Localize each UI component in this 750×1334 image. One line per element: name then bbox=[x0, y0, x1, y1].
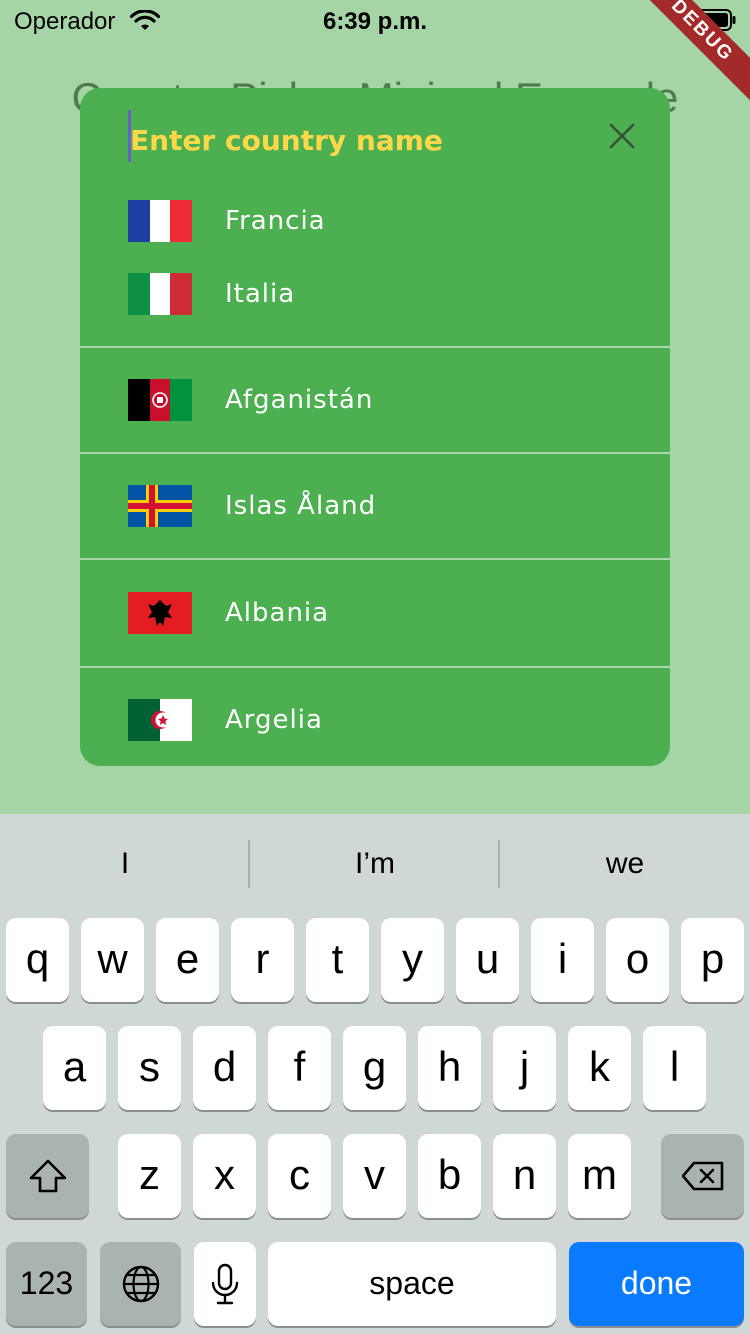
key-l[interactable]: l bbox=[643, 1026, 706, 1110]
suggestion-bar: I I’m we bbox=[0, 814, 750, 912]
key-k[interactable]: k bbox=[568, 1026, 631, 1110]
country-item-afghanistan[interactable]: Afganistán bbox=[80, 348, 670, 452]
key-g[interactable]: g bbox=[343, 1026, 406, 1110]
globe-key[interactable] bbox=[100, 1242, 181, 1326]
key-v[interactable]: v bbox=[343, 1134, 406, 1218]
suggestion-1[interactable]: I bbox=[0, 814, 250, 912]
key-x[interactable]: x bbox=[193, 1134, 256, 1218]
key-r[interactable]: r bbox=[231, 918, 294, 1002]
flag-algeria-icon bbox=[128, 699, 192, 741]
suggestion-2[interactable]: I’m bbox=[250, 814, 500, 912]
country-name: Islas Åland bbox=[225, 491, 377, 521]
key-m[interactable]: m bbox=[568, 1134, 631, 1218]
country-item-france[interactable]: Francia bbox=[80, 188, 670, 254]
key-c[interactable]: c bbox=[268, 1134, 331, 1218]
country-item-algeria[interactable]: Argelia bbox=[80, 668, 670, 766]
flag-france-icon bbox=[128, 200, 192, 242]
key-t[interactable]: t bbox=[306, 918, 369, 1002]
keyboard: I I’m we q w e r t y u i o p a s d f g h… bbox=[0, 814, 750, 1334]
key-p[interactable]: p bbox=[681, 918, 744, 1002]
microphone-icon bbox=[211, 1263, 239, 1305]
key-y[interactable]: y bbox=[381, 918, 444, 1002]
flag-albania-icon bbox=[128, 592, 192, 634]
backspace-icon bbox=[681, 1161, 723, 1191]
country-name: Francia bbox=[225, 206, 326, 236]
backspace-key[interactable] bbox=[661, 1134, 744, 1218]
key-s[interactable]: s bbox=[118, 1026, 181, 1110]
country-name: Argelia bbox=[225, 705, 323, 735]
status-bar: Operador 6:39 p.m. bbox=[0, 0, 750, 40]
country-search-input[interactable] bbox=[130, 118, 570, 162]
numbers-key[interactable]: 123 bbox=[6, 1242, 87, 1326]
microphone-key[interactable] bbox=[194, 1242, 256, 1326]
key-o[interactable]: o bbox=[606, 918, 669, 1002]
key-q[interactable]: q bbox=[6, 918, 69, 1002]
country-item-aland[interactable]: Islas Åland bbox=[80, 454, 670, 558]
flag-aland-icon bbox=[128, 485, 192, 527]
close-icon[interactable] bbox=[608, 122, 636, 150]
key-d[interactable]: d bbox=[193, 1026, 256, 1110]
key-a[interactable]: a bbox=[43, 1026, 106, 1110]
key-e[interactable]: e bbox=[156, 918, 219, 1002]
key-h[interactable]: h bbox=[418, 1026, 481, 1110]
key-b[interactable]: b bbox=[418, 1134, 481, 1218]
country-item-albania[interactable]: Albania bbox=[80, 560, 670, 666]
country-name: Albania bbox=[225, 598, 330, 628]
shift-key[interactable] bbox=[6, 1134, 89, 1218]
key-j[interactable]: j bbox=[493, 1026, 556, 1110]
country-item-italy[interactable]: Italia bbox=[80, 261, 670, 327]
globe-icon bbox=[122, 1265, 159, 1303]
key-f[interactable]: f bbox=[268, 1026, 331, 1110]
key-n[interactable]: n bbox=[493, 1134, 556, 1218]
key-u[interactable]: u bbox=[456, 918, 519, 1002]
flag-italy-icon bbox=[128, 273, 192, 315]
country-name: Afganistán bbox=[225, 385, 374, 415]
space-key[interactable]: space bbox=[268, 1242, 556, 1326]
shift-icon bbox=[29, 1159, 66, 1193]
flag-afghanistan-icon bbox=[128, 379, 192, 421]
done-key[interactable]: done bbox=[569, 1242, 744, 1326]
suggestion-3[interactable]: we bbox=[500, 814, 750, 912]
key-z[interactable]: z bbox=[118, 1134, 181, 1218]
country-picker-dialog: Francia Italia Afganistán Islas Åland bbox=[80, 88, 670, 766]
search-row bbox=[80, 88, 670, 188]
key-i[interactable]: i bbox=[531, 918, 594, 1002]
key-w[interactable]: w bbox=[81, 918, 144, 1002]
clock: 6:39 p.m. bbox=[322, 8, 428, 35]
country-name: Italia bbox=[225, 279, 296, 309]
